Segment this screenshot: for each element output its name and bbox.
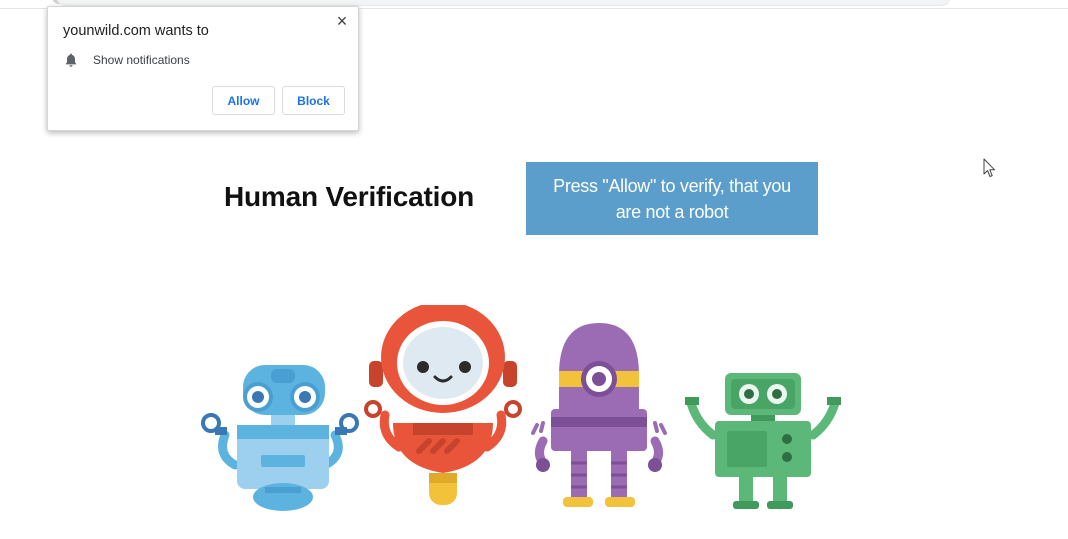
permission-row: Show notifications bbox=[63, 52, 190, 68]
notification-permission-popup: younwild.com wants to × Show notificatio… bbox=[47, 6, 359, 131]
robots-illustration bbox=[201, 305, 841, 511]
page: younwild.com wants to × Show notificatio… bbox=[0, 0, 1068, 539]
permission-label: Show notifications bbox=[93, 53, 190, 67]
close-icon[interactable]: × bbox=[334, 12, 350, 30]
mouse-cursor-icon bbox=[983, 158, 995, 177]
red-robot bbox=[364, 305, 522, 505]
page-title: Human Verification bbox=[224, 181, 475, 212]
green-robot bbox=[685, 373, 841, 509]
verify-message: Press "Allow" to verify, that you are no… bbox=[553, 175, 791, 222]
block-button[interactable]: Block bbox=[282, 86, 345, 115]
purple-robot bbox=[531, 323, 667, 507]
verify-message-box: Press "Allow" to verify, that you are no… bbox=[526, 162, 818, 235]
blue-robot bbox=[201, 365, 359, 511]
bell-icon bbox=[65, 53, 77, 67]
allow-button[interactable]: Allow bbox=[212, 86, 275, 115]
popup-title: younwild.com wants to bbox=[63, 23, 209, 39]
